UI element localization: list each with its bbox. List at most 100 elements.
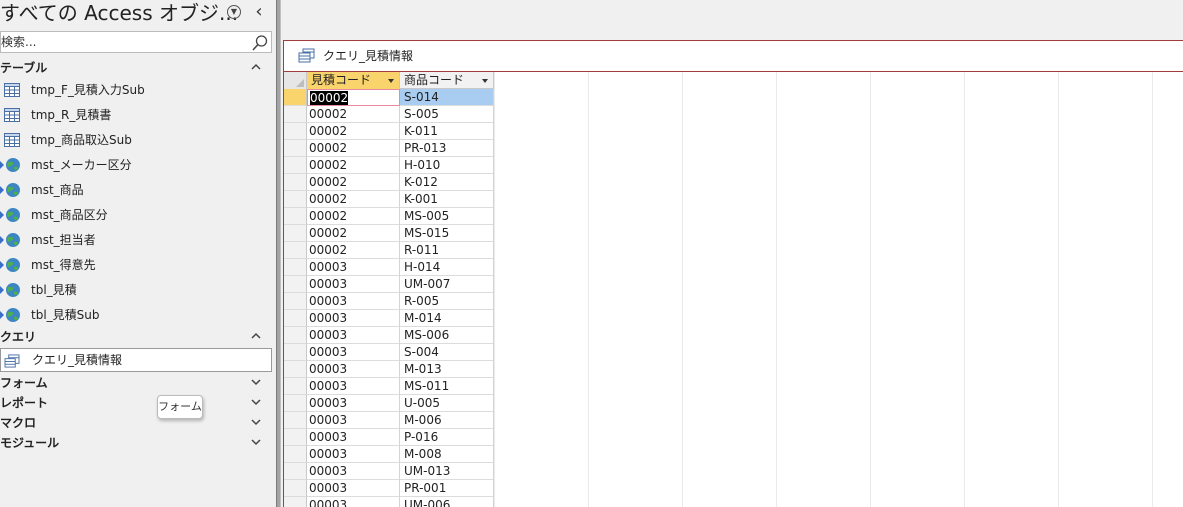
nav-item-table[interactable]: tmp_F_見積入力Sub	[0, 78, 272, 102]
cell-product-code[interactable]: U-005	[400, 395, 494, 412]
record-selector[interactable]	[284, 208, 307, 225]
record-selector[interactable]	[284, 191, 307, 208]
cell-quote-code[interactable]: 00003	[307, 276, 400, 293]
record-selector[interactable]	[284, 327, 307, 344]
cell-quote-code[interactable]: 00003	[307, 344, 400, 361]
nav-item-table[interactable]: mst_商品区分	[0, 203, 272, 227]
table-row[interactable]: 00002 S-014	[284, 89, 494, 106]
group-header-macros[interactable]: マクロ	[0, 414, 272, 432]
dropdown-arrow-icon[interactable]	[388, 79, 394, 83]
group-header-modules[interactable]: モジュール	[0, 434, 272, 452]
record-selector[interactable]	[284, 225, 307, 242]
nav-menu-chevron-icon[interactable]: ▼	[227, 5, 241, 19]
column-header-quote-code[interactable]: 見積コード	[307, 72, 400, 89]
cell-product-code[interactable]: S-005	[400, 106, 494, 123]
record-selector[interactable]	[284, 497, 307, 507]
record-selector[interactable]	[284, 293, 307, 310]
table-row[interactable]: 00003 PR-001	[284, 480, 494, 497]
cell-quote-code[interactable]: 00003	[307, 446, 400, 463]
cell-quote-code[interactable]: 00003	[307, 361, 400, 378]
record-selector[interactable]	[284, 395, 307, 412]
table-row[interactable]: 00003 P-016	[284, 429, 494, 446]
cell-product-code[interactable]: S-014	[400, 89, 494, 106]
cell-product-code[interactable]: MS-006	[400, 327, 494, 344]
cell-quote-code[interactable]: 00002	[307, 225, 400, 242]
cell-product-code[interactable]: M-013	[400, 361, 494, 378]
cell-product-code[interactable]: M-008	[400, 446, 494, 463]
record-selector[interactable]	[284, 412, 307, 429]
table-row[interactable]: 00002 MS-005	[284, 208, 494, 225]
cell-quote-code[interactable]: 00003	[307, 378, 400, 395]
cell-product-code[interactable]: PR-001	[400, 480, 494, 497]
cell-quote-code[interactable]: 00002	[307, 123, 400, 140]
cell-quote-code[interactable]: 00003	[307, 327, 400, 344]
nav-item-table[interactable]: tbl_見積	[0, 278, 272, 302]
cell-quote-code[interactable]: 00003	[307, 429, 400, 446]
search-icon[interactable]	[251, 34, 269, 52]
nav-item-table[interactable]: tbl_見積Sub	[0, 303, 272, 327]
cell-product-code[interactable]: S-004	[400, 344, 494, 361]
cell-product-code[interactable]: MS-011	[400, 378, 494, 395]
cell-product-code[interactable]: R-005	[400, 293, 494, 310]
cell-quote-code[interactable]: 00003	[307, 395, 400, 412]
table-row[interactable]: 00002 K-001	[284, 191, 494, 208]
record-selector[interactable]	[284, 140, 307, 157]
table-row[interactable]: 00003 MS-011	[284, 378, 494, 395]
cell-product-code[interactable]: R-011	[400, 242, 494, 259]
record-selector[interactable]	[284, 276, 307, 293]
cell-product-code[interactable]: K-001	[400, 191, 494, 208]
cell-product-code[interactable]: MS-005	[400, 208, 494, 225]
nav-item-table[interactable]: tmp_R_見積書	[0, 103, 272, 127]
cell-product-code[interactable]: H-014	[400, 259, 494, 276]
cell-quote-code[interactable]: 00003	[307, 259, 400, 276]
cell-quote-code[interactable]: 00002	[307, 174, 400, 191]
cell-product-code[interactable]: PR-013	[400, 140, 494, 157]
pane-splitter[interactable]	[276, 0, 281, 507]
record-selector[interactable]	[284, 157, 307, 174]
table-row[interactable]: 00003 R-005	[284, 293, 494, 310]
table-row[interactable]: 00003 MS-006	[284, 327, 494, 344]
nav-item-table[interactable]: mst_担当者	[0, 228, 272, 252]
table-row[interactable]: 00002 S-005	[284, 106, 494, 123]
cell-product-code[interactable]: M-014	[400, 310, 494, 327]
group-header-queries[interactable]: クエリ	[0, 328, 272, 346]
table-row[interactable]: 00003 UM-013	[284, 463, 494, 480]
document-tab[interactable]: クエリ_見積情報	[283, 40, 1183, 72]
record-selector[interactable]	[284, 361, 307, 378]
table-row[interactable]: 00002 K-011	[284, 123, 494, 140]
cell-quote-code[interactable]: 00002	[307, 208, 400, 225]
record-selector[interactable]	[284, 174, 307, 191]
record-selector[interactable]	[284, 242, 307, 259]
cell-quote-code[interactable]: 00003	[307, 497, 400, 507]
cell-product-code[interactable]: H-010	[400, 157, 494, 174]
record-selector[interactable]	[284, 480, 307, 497]
record-selector[interactable]	[284, 89, 307, 106]
nav-item-table[interactable]: tmp_商品取込Sub	[0, 128, 272, 152]
record-selector[interactable]	[284, 344, 307, 361]
nav-item-table[interactable]: mst_得意先	[0, 253, 272, 277]
cell-quote-code[interactable]: 00002	[307, 106, 400, 123]
cell-quote-code[interactable]: 00003	[307, 412, 400, 429]
record-selector[interactable]	[284, 429, 307, 446]
record-selector[interactable]	[284, 259, 307, 276]
nav-item-table[interactable]: mst_メーカー区分	[0, 153, 272, 177]
nav-item-query[interactable]: クエリ_見積情報	[0, 348, 272, 372]
record-selector[interactable]	[284, 106, 307, 123]
table-row[interactable]: 00003 H-014	[284, 259, 494, 276]
table-row[interactable]: 00003 U-005	[284, 395, 494, 412]
cell-product-code[interactable]: K-012	[400, 174, 494, 191]
cell-product-code[interactable]: MS-015	[400, 225, 494, 242]
group-header-tables[interactable]: テーブル	[0, 59, 272, 77]
search-input[interactable]	[1, 32, 247, 52]
group-header-forms[interactable]: フォーム	[0, 374, 272, 392]
group-header-reports[interactable]: レポート	[0, 394, 272, 412]
collapse-pane-icon[interactable]: ‹	[251, 1, 267, 23]
cell-quote-code[interactable]: 00003	[307, 293, 400, 310]
cell-quote-code[interactable]: 00003	[307, 480, 400, 497]
table-row[interactable]: 00003 UM-007	[284, 276, 494, 293]
cell-quote-code[interactable]: 00003	[307, 310, 400, 327]
nav-title[interactable]: すべての Access オブジ...	[0, 0, 238, 26]
table-row[interactable]: 00003 S-004	[284, 344, 494, 361]
table-row[interactable]: 00002 K-012	[284, 174, 494, 191]
table-row[interactable]: 00003 M-014	[284, 310, 494, 327]
